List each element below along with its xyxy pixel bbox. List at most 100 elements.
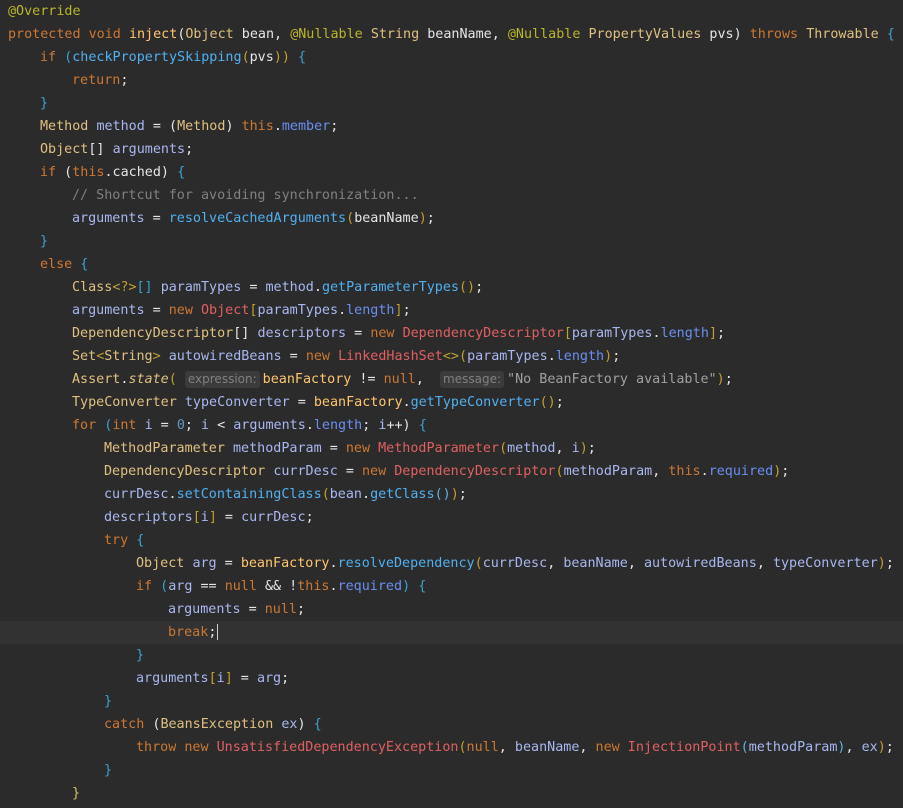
code-token: checkPropertySkipping bbox=[72, 50, 242, 65]
code-line[interactable]: if (checkPropertySkipping(pvs)) { bbox=[0, 46, 903, 69]
code-line[interactable]: arguments = new Object[paramTypes.length… bbox=[0, 299, 903, 322]
code-token: arguments bbox=[168, 602, 241, 617]
code-token: if bbox=[136, 579, 153, 594]
code-line[interactable]: } bbox=[0, 644, 903, 667]
code-token: arg bbox=[168, 579, 193, 594]
code-token: member bbox=[281, 119, 331, 134]
code-line[interactable]: catch (BeansException ex) { bbox=[0, 713, 903, 736]
code-token: method bbox=[507, 441, 556, 456]
code-line[interactable]: Object[] arguments; bbox=[0, 138, 903, 161]
code-line[interactable]: arguments = null; bbox=[0, 598, 903, 621]
code-token: ; bbox=[185, 142, 194, 157]
code-token: beanFactory bbox=[262, 372, 352, 387]
code-token: void bbox=[88, 27, 121, 42]
code-token: paramTypes bbox=[257, 303, 339, 318]
code-token: length bbox=[555, 349, 605, 364]
code-line[interactable]: else { bbox=[0, 253, 903, 276]
code-line[interactable]: if (this.cached) { bbox=[0, 161, 903, 184]
code-token: new bbox=[305, 349, 330, 364]
code-token: , bbox=[579, 740, 596, 755]
code-line[interactable]: @Override bbox=[0, 0, 903, 23]
code-line[interactable]: // Shortcut for avoiding synchronization… bbox=[0, 184, 903, 207]
code-token: String bbox=[104, 349, 153, 364]
code-token: TypeConverter bbox=[72, 395, 177, 410]
code-line[interactable]: protected void inject(Object bean, @Null… bbox=[0, 23, 903, 46]
code-token: pvs bbox=[249, 50, 274, 65]
code-token: ] bbox=[224, 671, 233, 686]
code-token: .cached) bbox=[104, 165, 178, 180]
code-token: resolveCachedArguments bbox=[168, 211, 347, 226]
code-token: <?> bbox=[112, 280, 137, 295]
code-line[interactable]: Set<String> autowiredBeans = new LinkedH… bbox=[0, 345, 903, 368]
code-line[interactable]: return; bbox=[0, 69, 903, 92]
code-token: descriptors bbox=[104, 510, 193, 525]
code-token: beanName bbox=[514, 740, 580, 755]
code-line[interactable]: } bbox=[0, 690, 903, 713]
code-token: @Override bbox=[8, 4, 81, 19]
code-token: [] bbox=[233, 326, 258, 341]
code-line[interactable]: try { bbox=[0, 529, 903, 552]
code-line[interactable]: Method method = (Method) this.member; bbox=[0, 115, 903, 138]
code-line[interactable]: } bbox=[0, 759, 903, 782]
code-line[interactable]: TypeConverter typeConverter = beanFactor… bbox=[0, 391, 903, 414]
code-token: beanName bbox=[354, 211, 419, 226]
code-token: = bbox=[321, 441, 346, 456]
code-line[interactable]: } bbox=[0, 92, 903, 115]
code-token: method bbox=[96, 119, 145, 134]
code-line[interactable]: throw new UnsatisfiedDependencyException… bbox=[0, 736, 903, 759]
code-token: . bbox=[652, 326, 661, 341]
code-line[interactable]: } bbox=[0, 230, 903, 253]
code-token: state bbox=[128, 372, 169, 387]
code-token: paramTypes bbox=[467, 349, 548, 364]
code-token: getParameterTypes bbox=[321, 280, 459, 295]
code-token: . bbox=[700, 464, 709, 479]
code-token: length bbox=[313, 418, 363, 433]
code-token: i bbox=[571, 441, 580, 456]
code-token: this bbox=[297, 579, 330, 594]
code-editor[interactable]: @Override protected void inject(Object be… bbox=[0, 0, 903, 808]
code-token: [ bbox=[192, 510, 201, 525]
code-token: resolveDependency bbox=[337, 556, 475, 571]
code-line[interactable]: arguments[i] = arg; bbox=[0, 667, 903, 690]
code-line[interactable]: descriptors[i] = currDesc; bbox=[0, 506, 903, 529]
code-token: == bbox=[192, 579, 225, 594]
code-token: { bbox=[418, 418, 427, 433]
code-line[interactable]: Object arg = beanFactory.resolveDependen… bbox=[0, 552, 903, 575]
code-token: arguments bbox=[72, 211, 145, 226]
code-line[interactable]: if (arg == null && !this.required) { bbox=[0, 575, 903, 598]
code-line[interactable]: MethodParameter methodParam = new Method… bbox=[0, 437, 903, 460]
code-token: if bbox=[40, 165, 57, 180]
code-line[interactable]: currDesc.setContainingClass(bean.getClas… bbox=[0, 483, 903, 506]
code-token: beanFactory bbox=[240, 556, 330, 571]
code-line[interactable]: break; bbox=[0, 621, 903, 644]
code-line[interactable]: for (int i = 0; i < arguments.length; i+… bbox=[0, 414, 903, 437]
code-token: inject bbox=[128, 27, 178, 42]
code-token: beanName bbox=[563, 556, 628, 571]
code-token: . bbox=[329, 556, 338, 571]
code-token: BeansException bbox=[160, 717, 274, 732]
code-token: ; bbox=[402, 303, 411, 318]
code-token: DependencyDescriptor bbox=[72, 326, 234, 341]
code-token: Throwable bbox=[806, 27, 879, 42]
code-token: beanName, bbox=[419, 27, 508, 42]
code-token: () bbox=[539, 395, 556, 410]
parameter-hint: message: bbox=[440, 371, 505, 388]
code-token: = bbox=[240, 602, 265, 617]
code-token: = bbox=[281, 349, 306, 364]
code-token: = bbox=[346, 326, 371, 341]
code-token: ) bbox=[604, 349, 613, 364]
code-line[interactable]: Assert.state( expression: beanFactory != … bbox=[0, 368, 903, 391]
code-line[interactable]: } bbox=[0, 782, 903, 805]
code-token: ++) bbox=[386, 418, 419, 433]
code-line[interactable]: arguments = resolveCachedArguments(beanN… bbox=[0, 207, 903, 230]
code-token: currDesc bbox=[104, 487, 169, 502]
code-token: ; bbox=[475, 280, 484, 295]
code-line[interactable]: DependencyDescriptor currDesc = new Depe… bbox=[0, 460, 903, 483]
code-line[interactable]: DependencyDescriptor[] descriptors = new… bbox=[0, 322, 903, 345]
code-line[interactable]: Class<?>[] paramTypes = method.getParame… bbox=[0, 276, 903, 299]
code-token: currDesc bbox=[482, 556, 548, 571]
